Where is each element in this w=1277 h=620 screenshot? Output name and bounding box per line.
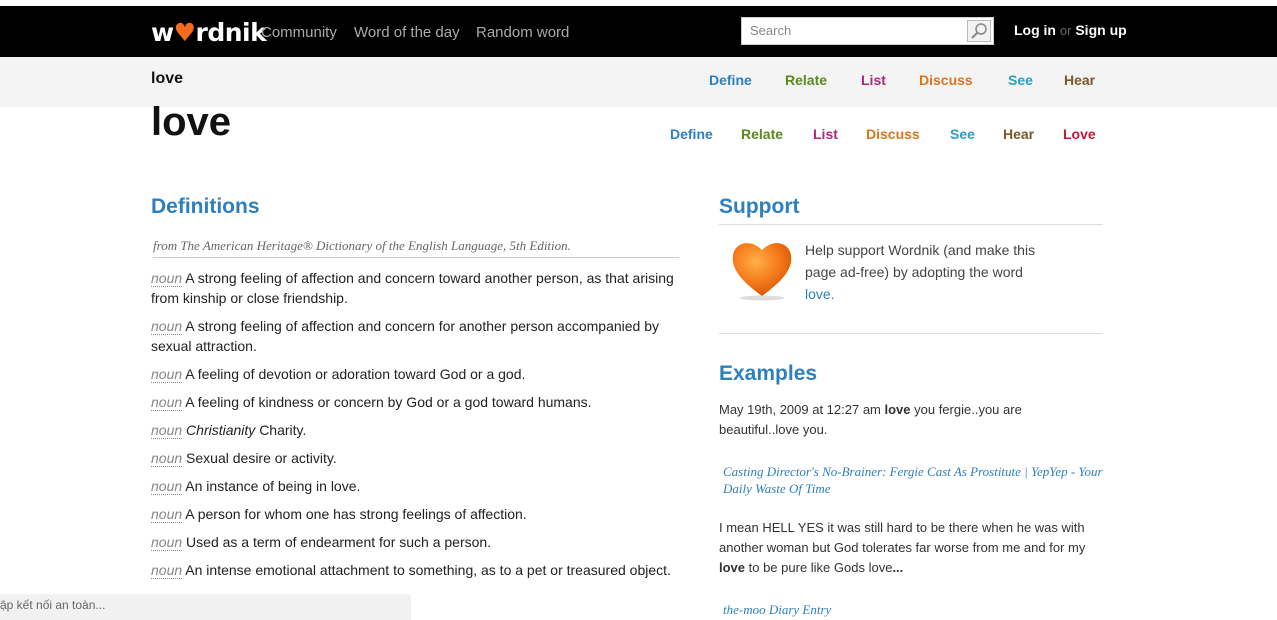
definition-text: An instance of being in love.: [185, 478, 361, 494]
definition-text: Charity.: [259, 422, 307, 438]
tab-list[interactable]: List: [813, 126, 838, 142]
part-of-speech[interactable]: noun: [151, 478, 183, 495]
tab-define[interactable]: Define: [670, 126, 713, 142]
wordnik-logo[interactable]: w♥rdnik: [151, 18, 267, 47]
nav-word-of-the-day[interactable]: Word of the day: [354, 24, 460, 41]
part-of-speech[interactable]: noun: [151, 562, 183, 579]
definition-item: noun Christianity Charity.: [151, 420, 681, 440]
divider: [719, 224, 1103, 225]
part-of-speech[interactable]: noun: [151, 450, 183, 467]
adopt-word-link[interactable]: love.: [805, 286, 835, 302]
login-link[interactable]: Log in: [1014, 22, 1056, 38]
support-heading: Support: [719, 195, 800, 218]
example-text-part: May 19th, 2009 at 12:27 am: [719, 402, 885, 417]
heart-icon: ♥: [173, 18, 196, 47]
browser-status-bar: ập kết nối an toàn...: [0, 594, 411, 620]
definition-item: noun An intense emotional attachment to …: [151, 560, 681, 580]
definitions-list: noun A strong feeling of affection and c…: [151, 268, 681, 588]
support-message: Help support Wordnik (and make this page…: [805, 242, 1036, 280]
definition-text: A feeling of kindness or concern by God …: [185, 394, 592, 410]
part-of-speech[interactable]: noun: [151, 270, 183, 287]
definition-source[interactable]: from The American Heritage® Dictionary o…: [153, 238, 679, 258]
tab-relate[interactable]: Relate: [741, 126, 783, 142]
example-text: May 19th, 2009 at 12:27 am love you ferg…: [719, 400, 1099, 440]
sub-tab-relate[interactable]: Relate: [785, 72, 827, 88]
tab-hear[interactable]: Hear: [1003, 126, 1034, 142]
sub-tab-hear[interactable]: Hear: [1064, 72, 1095, 88]
logo-text-end: rdnik: [195, 18, 267, 47]
sub-tab-list[interactable]: List: [861, 72, 886, 88]
divider: [719, 333, 1103, 334]
sub-bar-word: love: [151, 70, 184, 87]
definition-text: An intense emotional attachment to somet…: [185, 562, 671, 578]
part-of-speech[interactable]: noun: [151, 506, 183, 523]
definitions-heading: Definitions: [151, 195, 260, 218]
part-of-speech[interactable]: noun: [151, 422, 183, 439]
example-source-link[interactable]: Casting Director's No-Brainer: Fergie Ca…: [723, 463, 1103, 497]
search-icon: [971, 23, 987, 39]
example-highlight: love: [719, 560, 746, 575]
logo-text-start: w: [151, 18, 174, 47]
tab-love[interactable]: Love: [1063, 126, 1096, 142]
definition-item: noun A person for whom one has strong fe…: [151, 504, 681, 524]
definition-text: Used as a term of endearment for such a …: [186, 534, 492, 550]
example-text: I mean HELL YES it was still hard to be …: [719, 518, 1099, 578]
sub-tab-see[interactable]: See: [1008, 72, 1033, 88]
definition-text: A strong feeling of affection and concer…: [151, 318, 659, 354]
definition-item: noun A feeling of kindness or concern by…: [151, 392, 681, 412]
example-highlight: love: [884, 402, 911, 417]
signup-link[interactable]: Sign up: [1075, 22, 1126, 38]
definition-text: A person for whom one has strong feeling…: [185, 506, 527, 522]
sub-tab-define[interactable]: Define: [709, 72, 752, 88]
top-bar: w♥rdnik Community Word of the day Random…: [0, 0, 1277, 57]
definition-item: noun An instance of being in love.: [151, 476, 681, 496]
part-of-speech[interactable]: noun: [151, 394, 183, 411]
auth-links: Log in or Sign up: [1014, 22, 1127, 38]
definition-item: noun Used as a term of endearment for su…: [151, 532, 681, 552]
search-input[interactable]: Search: [741, 17, 994, 45]
search-button[interactable]: [967, 20, 991, 42]
definition-text: A feeling of devotion or adoration towar…: [185, 366, 526, 382]
part-of-speech[interactable]: noun: [151, 366, 183, 383]
support-text: Help support Wordnik (and make this page…: [805, 239, 1055, 305]
expand-ellipsis[interactable]: ...: [892, 560, 903, 575]
example-text-part: I mean HELL YES it was still hard to be …: [719, 520, 1086, 555]
definition-label: Christianity: [186, 422, 256, 438]
nav-community[interactable]: Community: [261, 24, 337, 41]
definition-text: A strong feeling of affection and concer…: [151, 270, 674, 306]
definition-item: noun A strong feeling of affection and c…: [151, 268, 681, 308]
definition-text: Sexual desire or activity.: [186, 450, 337, 466]
heart-icon[interactable]: [730, 236, 795, 301]
nav-random-word[interactable]: Random word: [476, 24, 569, 41]
part-of-speech[interactable]: noun: [151, 318, 183, 335]
definition-item: noun A feeling of devotion or adoration …: [151, 364, 681, 384]
search-placeholder: Search: [750, 23, 792, 38]
definition-item: noun Sexual desire or activity.: [151, 448, 681, 468]
tab-see[interactable]: See: [950, 126, 975, 142]
tab-discuss[interactable]: Discuss: [866, 126, 920, 142]
examples-heading: Examples: [719, 362, 818, 385]
definition-item: noun A strong feeling of affection and c…: [151, 316, 681, 356]
example-source-link[interactable]: the-moo Diary Entry: [723, 601, 1103, 618]
example-text-part: to be pure like Gods love: [745, 560, 893, 575]
or-text: or: [1059, 23, 1072, 38]
part-of-speech[interactable]: noun: [151, 534, 183, 551]
sub-tab-discuss[interactable]: Discuss: [919, 72, 973, 88]
page-title: love: [151, 100, 232, 144]
